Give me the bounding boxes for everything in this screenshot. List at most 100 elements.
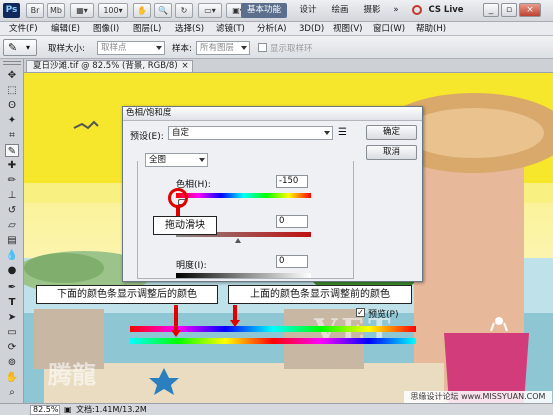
- preset-options-icon[interactable]: ☰: [338, 127, 347, 138]
- watermark-overlay-left: 腾龍: [48, 361, 96, 389]
- more-workspaces-button[interactable]: »: [390, 3, 402, 18]
- sample-size-value: 取样点: [101, 43, 127, 53]
- top-bar-arrow-head: [230, 320, 240, 327]
- bottom-bar-callout: 下面的颜色条显示调整后的颜色: [36, 285, 218, 304]
- preset-value: 自定: [172, 128, 190, 138]
- show-ring-label: 显示取样环: [270, 44, 313, 54]
- cs-live-button[interactable]: CS Live: [425, 3, 467, 18]
- menu-image[interactable]: 图像(I): [93, 22, 119, 36]
- title-bar: Ps Br Mb ▦▾ 100▾ ✋ 🔍 ↻ ▭▾ ▣▾ 基本功能 设计 绘画 …: [0, 0, 553, 22]
- hand-tool-button[interactable]: ✋: [133, 3, 151, 18]
- sample-size-select[interactable]: 取样点: [97, 41, 165, 55]
- marquee-tool-icon[interactable]: ⬚: [5, 84, 19, 97]
- eyedropper-tool-icon[interactable]: ✎: [5, 144, 19, 157]
- zoom-level-dropdown[interactable]: 100▾: [98, 3, 128, 18]
- cancel-button[interactable]: 取消: [366, 145, 417, 160]
- zoom-tool-button[interactable]: 🔍: [154, 3, 172, 18]
- lightness-slider-track[interactable]: [176, 273, 311, 278]
- blur-tool-icon[interactable]: 💧: [5, 249, 19, 262]
- sample-value: 所有图层: [200, 43, 235, 53]
- path-select-tool-icon[interactable]: ➤: [5, 311, 19, 324]
- pen-tool-icon[interactable]: ✒: [5, 281, 19, 294]
- document-tab-label: 夏日沙滩.tif @ 82.5% (背景, RGB/8): [33, 61, 178, 71]
- sample-select[interactable]: 所有图层: [196, 41, 250, 55]
- zoom-field[interactable]: 82.5%: [30, 405, 60, 415]
- document-tab-bar: 夏日沙滩.tif @ 82.5% (背景, RGB/8) ×: [24, 59, 553, 73]
- hue-input[interactable]: -150: [276, 175, 308, 188]
- sample-label: 样本:: [172, 44, 192, 54]
- chevron-down-icon: [156, 46, 162, 50]
- cs-live-icon: [412, 5, 422, 15]
- document-info: 文档:1.41M/13.2M: [76, 405, 147, 414]
- crop-tool-icon[interactable]: ⌗: [5, 129, 19, 142]
- chevron-down-icon: ▾: [26, 43, 31, 52]
- workspace-photography-button[interactable]: 摄影: [358, 3, 386, 18]
- preview-label: 预览(P): [368, 310, 399, 320]
- type-tool-icon[interactable]: T: [5, 296, 19, 309]
- hue-slider-track[interactable]: [176, 193, 311, 198]
- lasso-tool-icon[interactable]: ʘ: [5, 99, 19, 112]
- arrange-documents-button[interactable]: ▭▾: [198, 3, 222, 18]
- restore-button[interactable]: ▫: [501, 3, 517, 17]
- toolbox-grip[interactable]: [3, 61, 21, 65]
- view-extras-button[interactable]: ▦▾: [70, 3, 94, 18]
- ok-button[interactable]: 确定: [366, 125, 417, 140]
- shape-tool-icon[interactable]: ▭: [5, 326, 19, 339]
- menu-window[interactable]: 窗口(W): [373, 22, 405, 36]
- lightness-label: 明度(I):: [176, 261, 207, 271]
- drag-slider-callout: 拖动滑块: [153, 216, 217, 235]
- menu-analysis[interactable]: 分析(A): [257, 22, 286, 36]
- chevron-down-icon: [324, 131, 330, 135]
- menu-file[interactable]: 文件(F): [9, 22, 38, 36]
- 3d-rotate-tool-icon[interactable]: ⟳: [5, 341, 19, 354]
- dodge-tool-icon[interactable]: ●: [5, 264, 19, 277]
- eraser-tool-icon[interactable]: ▱: [5, 219, 19, 232]
- menu-select[interactable]: 选择(S): [175, 22, 204, 36]
- gradient-tool-icon[interactable]: ▤: [5, 234, 19, 247]
- menu-edit[interactable]: 编辑(E): [51, 22, 80, 36]
- nav-icon[interactable]: ▣: [64, 404, 72, 415]
- zoom-tool-icon[interactable]: ⌕: [5, 386, 19, 399]
- workspace-design-button[interactable]: 设计: [294, 3, 322, 18]
- options-bar: ✎ ▾ 取样大小: 取样点 样本: 所有图层 显示取样环: [0, 36, 553, 59]
- menu-view[interactable]: 视图(V): [333, 22, 362, 36]
- workspace-painting-button[interactable]: 绘画: [326, 3, 354, 18]
- show-ring-checkbox[interactable]: [258, 43, 267, 52]
- hand-tool-icon[interactable]: ✋: [5, 371, 19, 384]
- menu-3d[interactable]: 3D(D): [299, 22, 324, 36]
- dialog-title: 色相/饱和度: [123, 107, 422, 121]
- close-icon[interactable]: ×: [182, 61, 189, 72]
- menu-bar: 文件(F) 编辑(E) 图像(I) 图层(L) 选择(S) 滤镜(T) 分析(A…: [0, 22, 553, 36]
- chevron-down-icon: [241, 46, 247, 50]
- clone-stamp-tool-icon[interactable]: ⊥: [5, 189, 19, 202]
- rotate-view-button[interactable]: ↻: [175, 3, 193, 18]
- preset-select[interactable]: 自定: [168, 126, 333, 140]
- lightness-input[interactable]: 0: [276, 255, 308, 268]
- saturation-input[interactable]: 0: [276, 215, 308, 228]
- slider-highlight-circle: [168, 188, 188, 208]
- preview-checkbox[interactable]: ✓: [356, 308, 365, 317]
- 3d-orbit-tool-icon[interactable]: ⊚: [5, 356, 19, 369]
- menu-help[interactable]: 帮助(H): [416, 22, 446, 36]
- app-logo: Ps: [3, 3, 20, 18]
- tool-preset-picker[interactable]: ✎ ▾: [3, 39, 37, 56]
- brush-tool-icon[interactable]: ✏: [5, 174, 19, 187]
- history-brush-tool-icon[interactable]: ↺: [5, 204, 19, 217]
- workspace-essentials-button[interactable]: 基本功能: [241, 3, 287, 18]
- move-tool-icon[interactable]: ✥: [5, 69, 19, 82]
- close-button[interactable]: ×: [519, 3, 541, 17]
- menu-filter[interactable]: 滤镜(T): [216, 22, 245, 36]
- sample-size-label: 取样大小:: [48, 44, 85, 54]
- minibridge-button[interactable]: Mb: [47, 3, 65, 18]
- minimize-button[interactable]: _: [483, 3, 499, 17]
- hue-saturation-dialog: 色相/饱和度 预设(E): 自定 ☰ 确定 取消 全图 色相(H): -150 …: [122, 106, 423, 282]
- drag-callout-connector: [176, 207, 180, 216]
- bridge-button[interactable]: Br: [26, 3, 44, 18]
- healing-brush-tool-icon[interactable]: ✚: [5, 159, 19, 172]
- saturation-slider-thumb[interactable]: [235, 238, 241, 243]
- quick-select-tool-icon[interactable]: ✦: [5, 114, 19, 127]
- bottom-bar-arrow-head: [171, 330, 181, 337]
- output-color-bar: [130, 338, 416, 344]
- menu-layer[interactable]: 图层(L): [133, 22, 161, 36]
- document-tab[interactable]: 夏日沙滩.tif @ 82.5% (背景, RGB/8) ×: [26, 60, 193, 72]
